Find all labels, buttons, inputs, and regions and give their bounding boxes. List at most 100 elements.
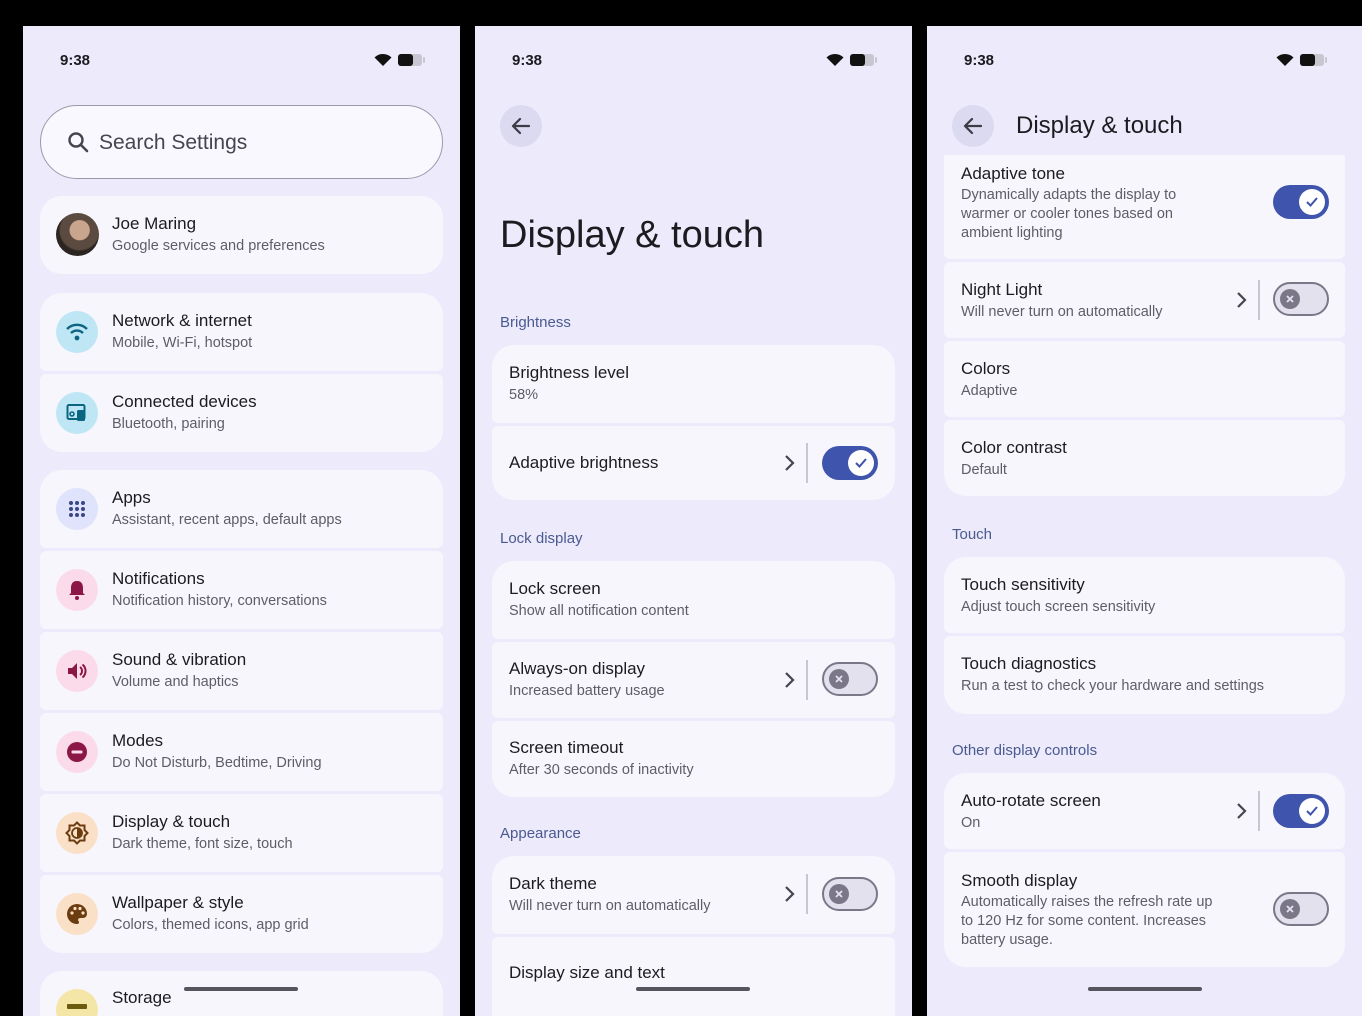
lock-screen-row[interactable]: Lock screen Show all notification conten…: [492, 561, 895, 639]
dark-theme-toggle[interactable]: [822, 877, 878, 911]
check-icon: [855, 458, 867, 468]
screen-timeout-row[interactable]: Screen timeout After 30 seconds of inact…: [492, 721, 895, 797]
account-card[interactable]: Joe Maring Google services and preferenc…: [40, 196, 443, 274]
search-icon: [68, 132, 89, 153]
touch-sensitivity-row[interactable]: Touch sensitivity Adjust touch screen se…: [944, 557, 1345, 633]
row-title: Adaptive tone: [961, 164, 1065, 183]
row-sub-line: ambient lighting: [961, 225, 1063, 241]
home-indicator[interactable]: [1088, 987, 1202, 991]
adaptive-tone-toggle[interactable]: [1273, 185, 1329, 219]
dark-theme-row[interactable]: Dark theme Will never turn on automatica…: [492, 856, 895, 934]
chevron-right-icon: [1237, 803, 1247, 819]
always-on-display-row[interactable]: Always-on display Increased battery usag…: [492, 642, 895, 718]
color-contrast-row[interactable]: Color contrast Default: [944, 420, 1345, 496]
status-bar: 9:38: [964, 48, 1328, 72]
back-button[interactable]: [500, 105, 542, 147]
row-sub: On: [961, 815, 981, 831]
section-header-appearance: Appearance: [500, 825, 581, 842]
section-header-lock-display: Lock display: [500, 530, 583, 547]
section-header-other-display-controls: Other display controls: [952, 742, 1098, 759]
page-title: Display & touch: [500, 214, 765, 256]
item-sub: Assistant, recent apps, default apps: [112, 512, 342, 528]
display-size-text-row[interactable]: Display size and text: [492, 937, 895, 1016]
row-title: Lock screen: [509, 579, 601, 598]
row-value: 58%: [509, 387, 539, 403]
check-icon: [1306, 197, 1318, 207]
item-title: Network & internet: [112, 311, 252, 330]
row-title: Auto-rotate screen: [961, 791, 1101, 810]
settings-item-modes[interactable]: Modes Do Not Disturb, Bedtime, Driving: [40, 713, 443, 791]
close-icon: [835, 890, 843, 898]
adaptive-tone-row[interactable]: Adaptive tone Dynamically adapts the dis…: [944, 155, 1345, 259]
status-time: 9:38: [60, 51, 91, 69]
chevron-right-icon: [1237, 292, 1247, 308]
divider: [1258, 791, 1260, 831]
home-indicator[interactable]: [636, 987, 750, 991]
arrow-left-icon: [511, 117, 531, 135]
item-title: Notifications: [112, 569, 205, 588]
settings-item-sound[interactable]: Sound & vibration Volume and haptics: [40, 632, 443, 710]
row-title: Display size and text: [509, 963, 665, 982]
row-title: Colors: [961, 359, 1011, 378]
row-sub-line: warmer or cooler tones based on: [961, 206, 1173, 222]
settings-item-network[interactable]: Network & internet Mobile, Wi-Fi, hotspo…: [40, 293, 443, 371]
settings-item-display[interactable]: Display & touch Dark theme, font size, t…: [40, 794, 443, 872]
status-time: 9:38: [964, 51, 995, 69]
arrow-left-icon: [963, 117, 983, 135]
divider: [806, 443, 808, 483]
row-title: Color contrast: [961, 438, 1067, 457]
volume-icon: [56, 650, 98, 692]
row-sub: Will never turn on automatically: [509, 898, 711, 914]
item-title: Storage: [112, 988, 172, 1007]
home-indicator[interactable]: [184, 987, 298, 991]
avatar: [56, 213, 99, 256]
item-title: Apps: [112, 488, 151, 507]
wifi-signal-icon: [374, 53, 392, 66]
row-title: Screen timeout: [509, 738, 624, 757]
status-bar: 9:38: [512, 48, 878, 72]
brightness-icon: [56, 812, 98, 854]
palette-icon: [56, 893, 98, 935]
item-sub: Notification history, conversations: [112, 593, 327, 609]
night-light-row[interactable]: Night Light Will never turn on automatic…: [944, 262, 1345, 338]
auto-rotate-toggle[interactable]: [1273, 794, 1329, 828]
brightness-level-row[interactable]: Brightness level 58%: [492, 345, 895, 423]
item-sub: Volume and haptics: [112, 674, 239, 690]
item-sub: Bluetooth, pairing: [112, 416, 225, 432]
adaptive-brightness-toggle[interactable]: [822, 446, 878, 480]
item-sub: Colors, themed icons, app grid: [112, 917, 309, 933]
close-icon: [835, 675, 843, 683]
smooth-display-row[interactable]: Smooth display Automatically raises the …: [944, 852, 1345, 967]
settings-item-notifications[interactable]: Notifications Notification history, conv…: [40, 551, 443, 629]
touch-diagnostics-row[interactable]: Touch diagnostics Run a test to check yo…: [944, 636, 1345, 714]
row-title: Dark theme: [509, 874, 597, 893]
storage-icon: [56, 989, 98, 1016]
close-icon: [1286, 905, 1294, 913]
smooth-display-toggle[interactable]: [1273, 892, 1329, 926]
colors-row[interactable]: Colors Adaptive: [944, 341, 1345, 417]
settings-item-storage[interactable]: Storage: [40, 971, 443, 1016]
row-sub: Run a test to check your hardware and se…: [961, 678, 1265, 694]
row-sub: Default: [961, 462, 1007, 478]
row-title: Always-on display: [509, 659, 646, 678]
settings-item-wallpaper[interactable]: Wallpaper & style Colors, themed icons, …: [40, 875, 443, 953]
item-sub: Do Not Disturb, Bedtime, Driving: [112, 755, 322, 771]
chevron-right-icon: [785, 672, 795, 688]
profile-name: Joe Maring: [112, 214, 197, 233]
row-sub-line: Dynamically adapts the display to: [961, 187, 1177, 203]
row-sub: After 30 seconds of inactivity: [509, 762, 694, 778]
always-on-display-toggle[interactable]: [822, 662, 878, 696]
back-button[interactable]: [952, 105, 994, 147]
row-sub: Increased battery usage: [509, 683, 665, 699]
settings-item-connected-devices[interactable]: Connected devices Bluetooth, pairing: [40, 374, 443, 452]
row-sub-line: Automatically raises the refresh rate up: [961, 894, 1213, 910]
search-bar[interactable]: Search Settings: [40, 105, 443, 179]
battery-icon: [850, 54, 877, 66]
wifi-signal-icon: [1276, 53, 1294, 66]
settings-item-apps[interactable]: Apps Assistant, recent apps, default app…: [40, 470, 443, 548]
search-placeholder: Search Settings: [99, 131, 248, 154]
item-title: Modes: [112, 731, 164, 750]
adaptive-brightness-row[interactable]: Adaptive brightness: [492, 426, 895, 500]
night-light-toggle[interactable]: [1273, 282, 1329, 316]
auto-rotate-row[interactable]: Auto-rotate screen On: [944, 773, 1345, 849]
